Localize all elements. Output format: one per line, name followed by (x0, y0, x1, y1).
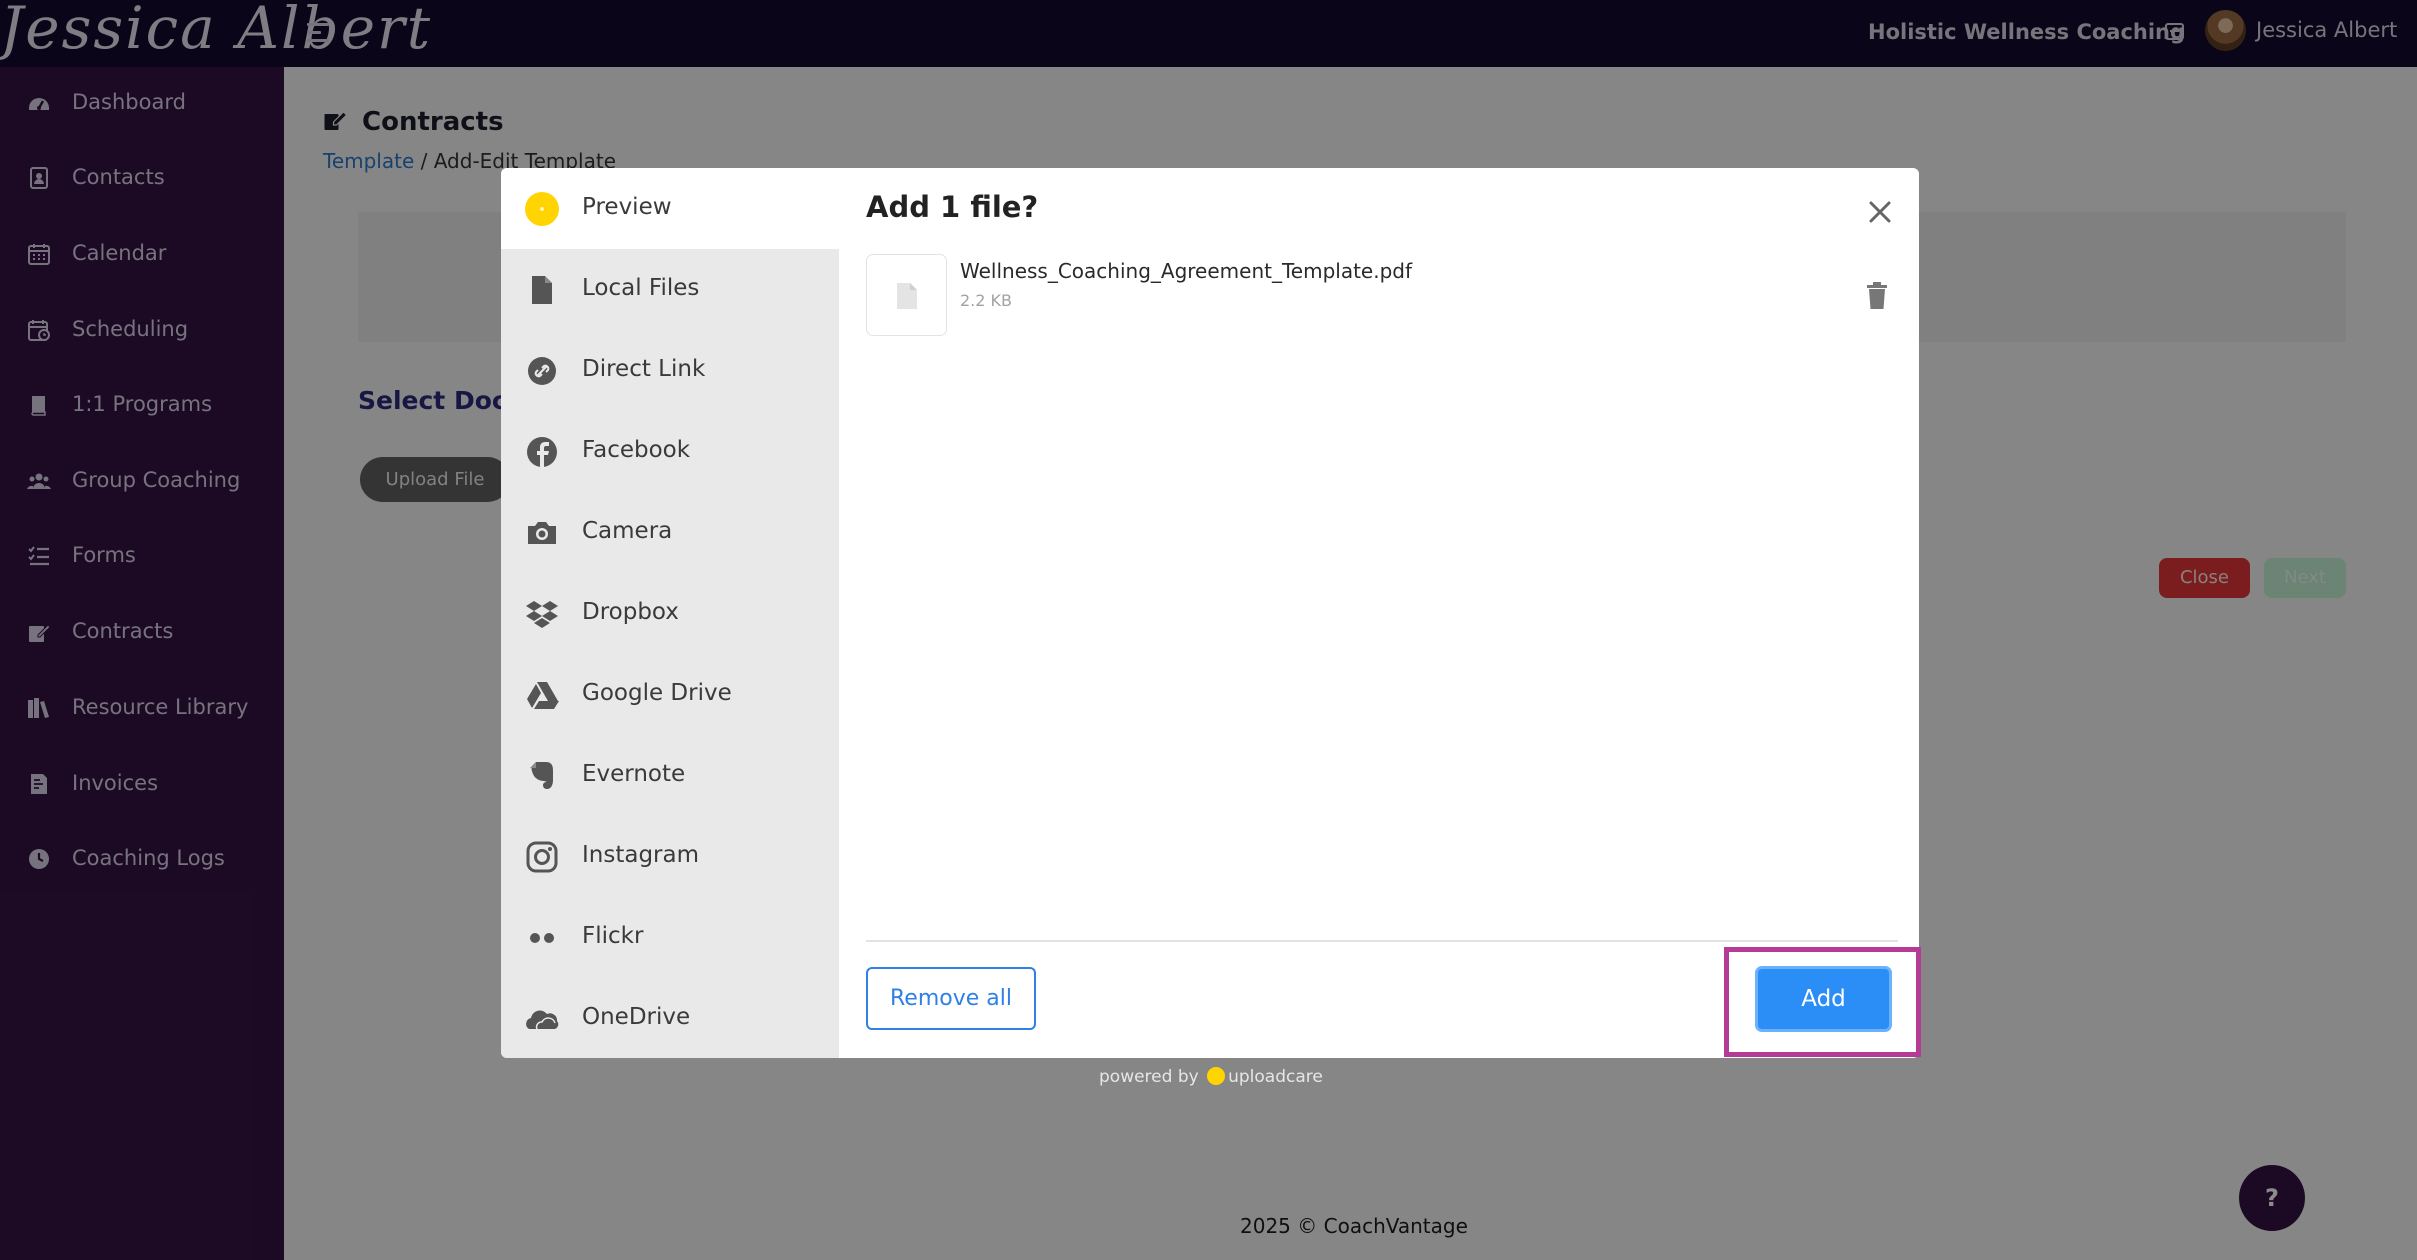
file-size: 2.2 KB (960, 291, 1012, 310)
source-label: Preview (582, 194, 672, 220)
dropbox-icon (526, 601, 558, 628)
source-label: Dropbox (582, 599, 679, 625)
google-drive-icon (527, 682, 559, 709)
divider (866, 940, 1898, 942)
source-label: Camera (582, 518, 673, 544)
source-label: Instagram (582, 842, 700, 868)
preview-dot-icon (525, 192, 559, 226)
source-label: Direct Link (582, 356, 706, 382)
trash-icon[interactable] (1866, 280, 1888, 310)
dialog-title: Add 1 file? (866, 190, 1039, 224)
uploadcare-logo-icon (1207, 1067, 1226, 1085)
upload-dialog: Preview Local Files Direct Link Facebook… (501, 168, 1919, 1058)
source-google-drive[interactable]: Google Drive (501, 654, 839, 735)
instagram-icon (526, 841, 558, 873)
file-icon (532, 276, 552, 304)
powered-by-label: powered by (1099, 1067, 1199, 1087)
highlight-box (1724, 947, 1921, 1057)
source-local-files[interactable]: Local Files (501, 249, 839, 330)
source-label: Facebook (582, 437, 691, 463)
close-icon[interactable] (1863, 195, 1897, 229)
source-onedrive[interactable]: OneDrive (501, 978, 839, 1058)
source-direct-link[interactable]: Direct Link (501, 330, 839, 411)
source-label: Google Drive (582, 680, 732, 706)
facebook-icon (527, 437, 557, 467)
file-icon (897, 283, 917, 309)
source-label: OneDrive (582, 1004, 691, 1030)
powered-by-brand[interactable]: uploadcare (1228, 1067, 1323, 1087)
source-list: Preview Local Files Direct Link Facebook… (501, 168, 839, 1058)
source-preview[interactable]: Preview (501, 168, 839, 249)
source-label: Local Files (582, 275, 700, 301)
file-name: Wellness_Coaching_Agreement_Template.pdf (960, 259, 1413, 283)
source-camera[interactable]: Camera (501, 492, 839, 573)
source-flickr[interactable]: Flickr (501, 897, 839, 978)
source-label: Evernote (582, 761, 686, 787)
source-dropbox[interactable]: Dropbox (501, 573, 839, 654)
file-thumbnail (866, 254, 947, 336)
source-evernote[interactable]: Evernote (501, 735, 839, 816)
remove-all-button[interactable]: Remove all (866, 967, 1036, 1030)
link-icon (528, 357, 556, 385)
evernote-icon (530, 762, 553, 789)
powered-by: powered by uploadcare (1099, 1067, 1323, 1087)
flickr-icon (530, 933, 554, 943)
source-label: Flickr (582, 923, 644, 949)
camera-icon (528, 522, 556, 544)
source-facebook[interactable]: Facebook (501, 411, 839, 492)
onedrive-icon (526, 1010, 559, 1030)
source-instagram[interactable]: Instagram (501, 816, 839, 897)
